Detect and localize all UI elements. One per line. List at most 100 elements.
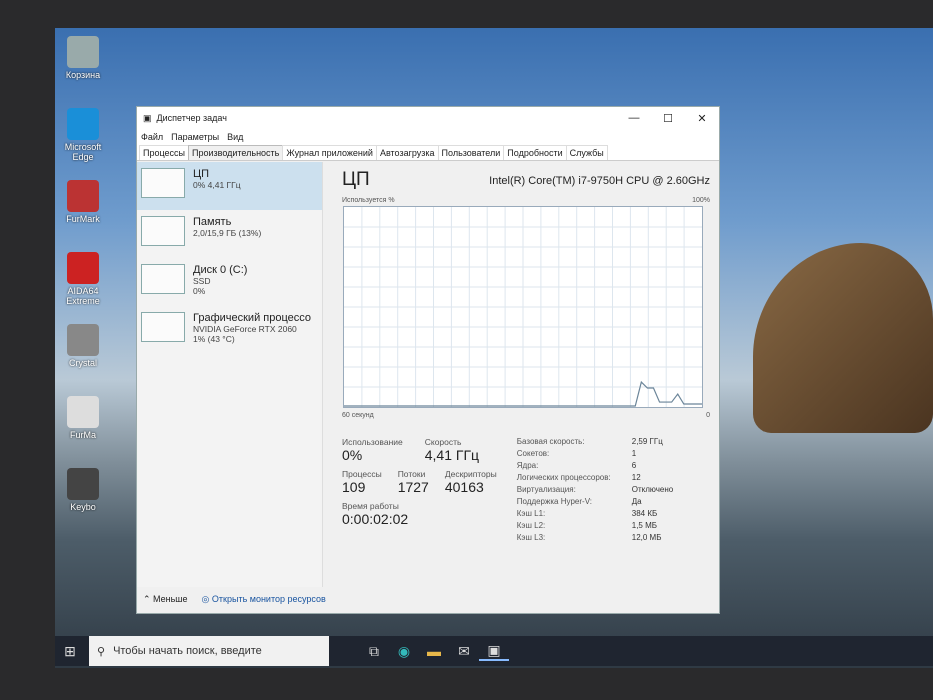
sidebar-item-name: Графический процессо	[193, 312, 312, 324]
threads-value: 1727	[397, 479, 429, 495]
minimize-button[interactable]: —	[617, 112, 651, 125]
usage-label: Использование	[342, 437, 403, 447]
thumbnail-graph	[141, 264, 185, 294]
desktop-icon-label: Корзина	[65, 70, 101, 80]
spec-value: 384 КБ	[631, 509, 658, 518]
sidebar-item[interactable]: ЦП 0% 4,41 ГГц	[137, 162, 322, 210]
app-icon	[67, 468, 99, 500]
tab[interactable]: Пользователи	[437, 145, 505, 160]
menu-item[interactable]: Параметры	[171, 132, 219, 142]
spec-label: Ядра:	[516, 461, 539, 470]
sidebar-item-detail: SSD	[193, 276, 211, 286]
fewer-details-button[interactable]: ⌃ Меньше	[143, 594, 188, 605]
tab[interactable]: Процессы	[139, 145, 190, 160]
spec-value: Отключено	[631, 485, 674, 494]
task-manager-icon: ▣	[143, 112, 152, 123]
cpu-panel: ЦП Intel(R) Core(TM) i7-9750H CPU @ 2.60…	[342, 169, 710, 542]
y-axis-label: Используется %	[342, 197, 395, 204]
processes-label: Процессы	[342, 469, 382, 479]
speed-value: 4,41 ГГц	[424, 447, 480, 463]
sidebar-item-detail: 2,0/15,9 ГБ (13%)	[193, 228, 262, 238]
spec-value: 12	[631, 473, 641, 482]
desktop-icon-label: FurMark	[66, 214, 100, 224]
threads-label: Потоки	[397, 469, 426, 479]
desktop-icon[interactable]: Keybo	[57, 468, 109, 512]
spec-value: 2,59 ГГц	[631, 437, 663, 446]
task-view-icon[interactable]: ⧉	[359, 643, 389, 660]
desktop-icon[interactable]: Корзина	[57, 36, 109, 80]
spec-label: Виртуализация:	[516, 485, 576, 494]
search-icon: ⚲	[97, 645, 106, 658]
desktop-icon-label: Keybo	[70, 502, 96, 512]
spec-label: Логических процессоров:	[516, 473, 611, 482]
mail-icon[interactable]: ✉	[449, 643, 479, 660]
spec-value: 6	[631, 461, 637, 470]
desktop-icon-label: FurMa	[69, 430, 96, 440]
x-right-label: 0	[706, 412, 710, 419]
tab[interactable]: Автозагрузка	[375, 145, 439, 160]
start-button[interactable]: ⊞	[55, 643, 85, 660]
app-icon	[67, 252, 99, 284]
cpu-usage-graph	[343, 206, 703, 408]
file-explorer-icon[interactable]: ▬	[419, 643, 449, 659]
desktop-icon[interactable]: Crystal	[57, 324, 109, 368]
sidebar-item[interactable]: Графический процессо NVIDIA GeForce RTX 2…	[137, 306, 322, 354]
desktop-icon[interactable]: Microsoft Edge	[57, 108, 109, 162]
uptime-value: 0:00:02:02	[342, 511, 409, 527]
usage-value: 0%	[342, 447, 363, 463]
cpu-name: Intel(R) Core(TM) i7-9750H CPU @ 2.60GHz	[489, 175, 710, 187]
app-icon	[67, 324, 99, 356]
menu-item[interactable]: Вид	[227, 132, 243, 142]
search-placeholder: Чтобы начать поиск, введите	[113, 645, 262, 657]
spec-label: Кэш L1:	[516, 509, 546, 518]
sidebar-item[interactable]: Память 2,0/15,9 ГБ (13%)	[137, 210, 322, 258]
spec-value: Да	[631, 497, 642, 506]
y-max-label: 100%	[692, 197, 710, 204]
desktop-icon-label: Microsoft Edge	[64, 142, 102, 162]
sidebar-item-name: ЦП	[193, 168, 210, 180]
tab[interactable]: Подробности	[503, 145, 567, 160]
sidebar-item-detail: 0%	[193, 286, 206, 296]
open-resource-monitor-link[interactable]: ◎ Открыть монитор ресурсов	[202, 594, 326, 605]
handles-value: 40163	[444, 479, 484, 495]
window-title: Диспетчер задач	[156, 113, 227, 123]
desktop-icon[interactable]: FurMa	[57, 396, 109, 440]
speed-label: Скорость	[424, 437, 462, 447]
handles-label: Дескрипторы	[444, 469, 497, 479]
menu-item[interactable]: Файл	[141, 132, 163, 142]
taskbar: ⊞ ⚲ Чтобы начать поиск, введите ⧉ ◉ ▬ ✉ ▣	[55, 636, 933, 666]
title-bar: ▣ Диспетчер задач — ☐ ✕	[137, 107, 719, 129]
sidebar-item[interactable]: Диск 0 (C:) SSD 0%	[137, 258, 322, 306]
task-manager-window: ▣ Диспетчер задач — ☐ ✕ Файл Параметры Вид…	[136, 106, 720, 614]
desktop-icon[interactable]: FurMark	[57, 180, 109, 224]
thumbnail-graph	[141, 216, 185, 246]
close-button[interactable]: ✕	[685, 112, 719, 125]
uptime-label: Время работы	[342, 501, 399, 511]
app-icon	[67, 36, 99, 68]
sidebar: ЦП 0% 4,41 ГГц Память 2,0/15,9 ГБ (13%) Диск…	[137, 162, 323, 587]
search-box[interactable]: ⚲ Чтобы начать поиск, введите	[89, 636, 329, 666]
tab[interactable]: Службы	[565, 145, 608, 160]
edge-icon[interactable]: ◉	[389, 643, 419, 660]
task-manager-taskbar-icon[interactable]: ▣	[479, 642, 509, 661]
desktop-icon-label: Crystal	[68, 358, 97, 368]
app-icon	[67, 108, 99, 140]
thumbnail-graph	[141, 168, 185, 198]
maximize-button[interactable]: ☐	[651, 112, 685, 125]
spec-value: 1	[631, 449, 637, 458]
tab[interactable]: Журнал приложений	[282, 145, 377, 160]
tab-bar: Процессы Производительность Журнал приложе…	[137, 145, 719, 161]
sidebar-item-detail: 1% (43 °C)	[193, 334, 235, 344]
resource-monitor-label: Открыть монитор ресурсов	[211, 594, 326, 604]
processes-value: 109	[342, 479, 366, 495]
fewer-details-label: Меньше	[153, 594, 188, 604]
x-left-label: 60 секунд	[342, 412, 374, 419]
sidebar-item-detail: 0% 4,41 ГГц	[193, 180, 241, 190]
spec-label: Кэш L2:	[516, 521, 546, 530]
tab[interactable]: Производительность	[188, 145, 284, 160]
app-icon	[67, 396, 99, 428]
spec-value: 12,0 МБ	[631, 533, 662, 542]
app-icon	[67, 180, 99, 212]
desktop-icon[interactable]: AIDA64 Extreme	[57, 252, 109, 306]
menu-bar: Файл Параметры Вид	[137, 129, 719, 145]
